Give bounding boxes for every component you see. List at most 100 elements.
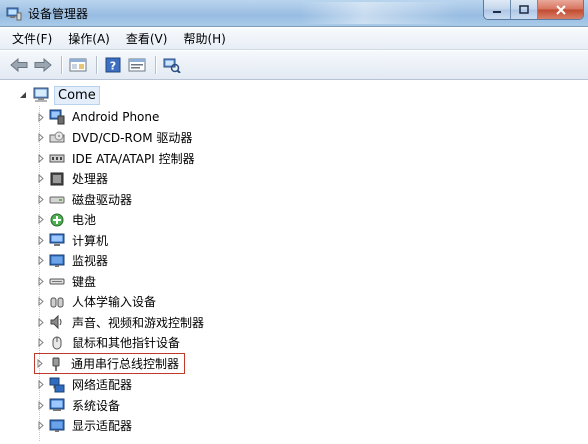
scan-hardware-icon <box>163 58 181 73</box>
expand-arrow-icon[interactable] <box>36 235 45 245</box>
tree-node-label: 磁盘驱动器 <box>72 192 133 207</box>
tree-node-label: 电池 <box>72 213 97 227</box>
battery-icon <box>49 212 65 228</box>
help-button[interactable]: ? <box>102 54 124 76</box>
show-hide-console-tree-button[interactable] <box>67 54 89 76</box>
expand-arrow-icon[interactable] <box>36 276 45 286</box>
usb-icon <box>48 356 64 372</box>
expand-arrow-icon[interactable] <box>36 133 45 143</box>
network-adapter-icon <box>49 377 65 393</box>
keyboard-icon <box>49 273 65 289</box>
tree-node-dvd-cdrom[interactable]: DVD/CD-ROM 驱动器 <box>36 128 192 148</box>
device-manager-window: 设备管理器 文件(F) 操作(A) 查看(V) 帮助(H) ? Come And… <box>0 0 588 444</box>
scan-hardware-button[interactable] <box>161 54 183 76</box>
processor-icon <box>49 171 65 187</box>
tree-node-disk-drive[interactable]: 磁盘驱动器 <box>36 189 132 209</box>
optical-drive-icon <box>49 130 65 146</box>
tree-node-label: 计算机 <box>72 233 109 248</box>
tree-root[interactable]: Come <box>18 84 100 106</box>
computer-root-icon <box>33 87 49 102</box>
expand-arrow-icon[interactable] <box>36 153 45 163</box>
expand-arrow-icon[interactable] <box>36 380 45 390</box>
tree-node-label: 系统设备 <box>72 398 121 413</box>
tree-node-sound[interactable]: 声音、视频和游戏控制器 <box>36 312 204 332</box>
expand-arrow-icon[interactable] <box>36 112 45 122</box>
tree-node-label: 网络适配器 <box>72 378 133 392</box>
tree-node-keyboard[interactable]: 键盘 <box>36 271 96 291</box>
toolbar-separator <box>96 56 97 74</box>
expand-arrow-icon[interactable] <box>36 421 45 431</box>
tree-node-network-adapter[interactable]: 网络适配器 <box>36 375 132 395</box>
collapse-arrow-icon[interactable] <box>18 90 28 100</box>
back-arrow-icon <box>10 58 28 72</box>
expand-arrow-icon[interactable] <box>36 194 45 204</box>
toolbar-separator <box>61 56 62 74</box>
tree-node-battery[interactable]: 电池 <box>36 210 96 230</box>
toolbar-separator <box>155 56 156 74</box>
device-tree: Come Android Phone DVD/CD-ROM 驱动器 IDE AT… <box>0 81 588 444</box>
maximize-button[interactable] <box>511 0 538 19</box>
tree-node-label: Android Phone <box>72 110 160 124</box>
ide-controller-icon <box>49 150 65 166</box>
monitor-icon <box>49 253 65 269</box>
forward-arrow-icon <box>34 58 52 72</box>
properties-icon <box>128 58 146 72</box>
sound-icon <box>49 314 65 330</box>
window-title: 设备管理器 <box>28 7 89 21</box>
toolbar: ? <box>0 51 588 80</box>
tree-node-mouse[interactable]: 鼠标和其他指针设备 <box>36 333 180 353</box>
tree-node-label: IDE ATA/ATAPI 控制器 <box>72 151 195 166</box>
expand-arrow-icon[interactable] <box>36 174 45 184</box>
caption-buttons <box>483 0 584 20</box>
menu-bar: 文件(F) 操作(A) 查看(V) 帮助(H) <box>0 28 588 50</box>
system-devices-icon <box>49 397 65 413</box>
help-icon: ? <box>105 57 121 73</box>
expand-arrow-icon[interactable] <box>36 256 45 266</box>
menu-help[interactable]: 帮助(H) <box>177 28 231 49</box>
mouse-icon <box>49 335 65 351</box>
back-button[interactable] <box>8 54 30 76</box>
title-bar[interactable]: 设备管理器 <box>0 0 588 27</box>
android-phone-icon <box>49 109 65 125</box>
tree-root-label[interactable]: Come <box>54 85 100 105</box>
forward-button[interactable] <box>32 54 54 76</box>
close-button[interactable] <box>538 0 583 19</box>
svg-text:?: ? <box>110 60 116 73</box>
tree-node-label: 处理器 <box>72 172 109 186</box>
tree-node-label: 人体学输入设备 <box>72 295 157 309</box>
tree-node-label: DVD/CD-ROM 驱动器 <box>72 131 193 145</box>
tree-node-label: 键盘 <box>72 274 97 289</box>
expand-arrow-icon[interactable] <box>36 400 45 410</box>
minimize-icon <box>493 10 501 13</box>
tree-node-label: 鼠标和其他指针设备 <box>72 336 181 350</box>
minimize-button[interactable] <box>484 0 511 19</box>
menu-action[interactable]: 操作(A) <box>62 28 116 49</box>
expand-arrow-icon[interactable] <box>35 359 44 369</box>
tree-node-label: 显示适配器 <box>72 419 133 433</box>
expand-arrow-icon[interactable] <box>36 297 45 307</box>
tree-node-system-devices[interactable]: 系统设备 <box>36 395 120 415</box>
tree-node-ide-controller[interactable]: IDE ATA/ATAPI 控制器 <box>36 148 195 168</box>
show-hide-console-tree-icon <box>69 58 87 72</box>
tree-node-android-phone[interactable]: Android Phone <box>36 107 159 127</box>
expand-arrow-icon[interactable] <box>36 338 45 348</box>
tree-node-label: 通用串行总线控制器 <box>71 357 180 371</box>
menu-file[interactable]: 文件(F) <box>6 28 58 49</box>
menu-view[interactable]: 查看(V) <box>120 28 174 49</box>
maximize-icon <box>519 4 529 14</box>
device-manager-app-icon <box>6 7 22 21</box>
tree-node-processor[interactable]: 处理器 <box>36 169 108 189</box>
tree-node-usb-controller[interactable]: 通用串行总线控制器 <box>34 353 186 374</box>
expand-arrow-icon[interactable] <box>36 215 45 225</box>
disk-drive-icon <box>49 191 65 207</box>
expand-arrow-icon[interactable] <box>36 317 45 327</box>
tree-node-monitor[interactable]: 监视器 <box>36 251 108 271</box>
tree-node-hid[interactable]: 人体学输入设备 <box>36 292 156 312</box>
display-adapter-icon <box>49 418 65 434</box>
close-icon <box>555 4 566 15</box>
tree-node-computer[interactable]: 计算机 <box>36 230 108 250</box>
tree-node-display-adapter[interactable]: 显示适配器 <box>36 416 132 436</box>
tree-node-label: 声音、视频和游戏控制器 <box>72 315 205 330</box>
tree-node-label: 监视器 <box>72 254 109 268</box>
properties-button[interactable] <box>126 54 148 76</box>
